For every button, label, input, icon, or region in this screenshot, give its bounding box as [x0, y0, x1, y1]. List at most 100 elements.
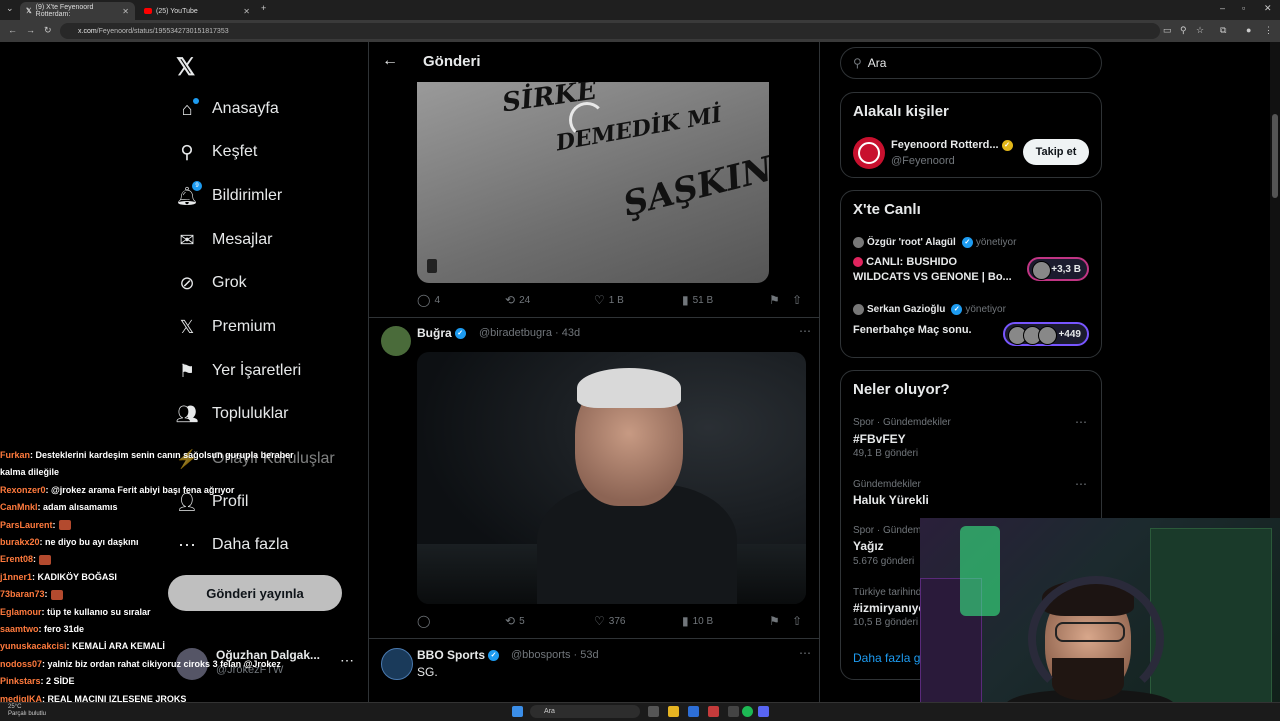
live-title[interactable]: CANLI: BUSHIDO WILDCATS VS GENONE | Bo..… — [853, 255, 1012, 285]
x-logo-icon[interactable]: 𝕏 — [176, 53, 195, 82]
nav-item-messages[interactable]: ✉ Mesajlar — [176, 227, 272, 253]
more-icon[interactable]: ⋯ — [799, 324, 811, 338]
nav-item-communities[interactable]: 👥︎ Topluluklar — [176, 401, 289, 427]
chat-message: 73baran73: — [0, 586, 340, 603]
window-close-button[interactable]: ✕ — [1264, 3, 1272, 14]
live-title-line: Fenerbahçe Maç sonu. — [853, 324, 972, 336]
reply-button[interactable]: ◯ — [417, 614, 434, 628]
more-icon[interactable]: ⋯ — [1075, 477, 1087, 491]
chat-username: nodoss07 — [0, 658, 43, 669]
scrollbar-thumb[interactable] — [1272, 114, 1278, 198]
task-view-icon[interactable] — [648, 706, 659, 717]
share-button[interactable]: ⇧ — [792, 614, 802, 628]
profile-avatar-icon[interactable]: ● — [1246, 25, 1251, 35]
more-icon[interactable]: ⋯ — [799, 646, 811, 660]
forward-button[interactable]: → — [26, 25, 35, 35]
views-button[interactable]: ▮ 10 B — [682, 614, 713, 628]
show-more-link[interactable]: Daha fazla gö — [853, 651, 927, 665]
main-header: ← Gönderi — [369, 42, 819, 82]
tweet-image-photo[interactable] — [417, 352, 806, 604]
nav-item-home[interactable]: ⌂ Anasayfa — [176, 96, 279, 122]
nav-item-explore[interactable]: ⚲ Keşfet — [176, 139, 257, 165]
live-title[interactable]: Fenerbahçe Maç sonu. — [853, 323, 972, 338]
bookmark-button[interactable]: ⚑ — [769, 293, 780, 307]
views-icon: ▮ — [682, 614, 689, 628]
live-host[interactable]: Serkan Gazioğlu ✓ yönetiyor — [853, 304, 1006, 315]
chat-username: yunuskacakcisi — [0, 641, 67, 652]
avatar[interactable] — [381, 326, 411, 356]
listener-pill[interactable]: +449 — [1003, 322, 1089, 346]
browser-menu-icon[interactable]: ⋮ — [1264, 25, 1273, 36]
search-input[interactable]: ⚲ Ara — [840, 47, 1102, 79]
nav-item-notifications[interactable]: 🔔︎ 9 Bildirimler — [176, 181, 282, 209]
follow-button[interactable]: Takip et — [1023, 139, 1089, 165]
listener-pill[interactable]: +3,3 B — [1027, 257, 1089, 281]
chat-emote-icon — [39, 555, 52, 566]
tweet-image-handwriting[interactable]: SİRKE DEMEDİK Mİ ŞAŞKIN — [417, 82, 769, 283]
zoom-icon[interactable]: ⚲ — [1180, 25, 1187, 36]
cast-icon[interactable]: ▭ — [1163, 25, 1172, 36]
verified-badge-icon: ✓ — [961, 237, 973, 248]
minimize-button[interactable]: – — [1220, 3, 1225, 13]
retweet-button[interactable]: ⟲ 5 — [505, 614, 525, 628]
listener-count: +449 — [1058, 328, 1081, 340]
feyenoord-logo-icon[interactable] — [853, 137, 885, 169]
tab-youtube[interactable]: (25) YouTube ✕ — [138, 2, 256, 20]
nav-item-grok[interactable]: ⊘ Grok — [176, 270, 246, 296]
weather-widget[interactable]: 25°C Parçalı bulutlu — [8, 704, 46, 718]
avatar[interactable] — [381, 648, 413, 680]
back-button[interactable]: ← — [8, 25, 17, 35]
trend-name[interactable]: Yağız — [853, 539, 884, 553]
windows-start-icon[interactable] — [512, 706, 523, 717]
view-count: 10 B — [692, 615, 714, 627]
tweet-author-name[interactable]: Buğra ✓ — [417, 326, 466, 340]
home-icon: ⌂ — [176, 98, 199, 120]
tab-label: (9) X'te Feyenoord Rotterdam: — [35, 4, 94, 18]
app-icon[interactable] — [728, 706, 739, 717]
trend-name[interactable]: #izmiryanıyo — [853, 601, 926, 615]
url-input[interactable]: x.com/Feyenoord/status/19553427301518173… — [60, 23, 1160, 39]
extensions-icon[interactable]: ⧉ — [1220, 25, 1226, 36]
trend-name[interactable]: #FBvFEY — [853, 432, 906, 446]
more-icon[interactable]: ⋯ — [340, 652, 354, 669]
tweet-time[interactable]: 43d — [562, 327, 580, 339]
tab-menu-icon[interactable]: ⌄ — [6, 3, 14, 14]
grok-icon: ⊘ — [179, 272, 195, 293]
app-icon[interactable] — [708, 706, 719, 717]
nav-label: Premium — [212, 318, 277, 335]
new-tab-button[interactable]: + — [261, 3, 266, 13]
trend-name[interactable]: Haluk Yürekli — [853, 493, 929, 507]
chrome-icon[interactable] — [688, 706, 699, 717]
like-button[interactable]: ♡ 376 — [594, 614, 625, 628]
more-icon[interactable]: ⋯ — [1075, 415, 1087, 429]
reload-button[interactable]: ↻ — [44, 25, 52, 36]
retweet-button[interactable]: ⟲ 24 — [505, 293, 530, 307]
discord-icon[interactable] — [758, 706, 769, 717]
media-badge-icon — [427, 259, 437, 273]
star-icon[interactable]: ☆ — [1196, 25, 1204, 36]
nav-item-bookmarks[interactable]: ⚑ Yer İşaretleri — [176, 358, 301, 384]
reply-button[interactable]: ◯ 4 — [417, 293, 440, 307]
tweet-author-name[interactable]: BBO Sports ✓ — [417, 648, 500, 662]
share-button[interactable]: ⇧ — [792, 293, 802, 307]
bookmark-button[interactable]: ⚑ — [769, 614, 780, 628]
close-icon[interactable]: ✕ — [243, 7, 250, 16]
tweet-meta: @biradetbugra · 43d — [479, 327, 581, 339]
like-button[interactable]: ♡ 1 B — [594, 293, 624, 307]
maximize-button[interactable]: ▫ — [1242, 3, 1245, 13]
trend-category: Gündemdekiler — [853, 479, 921, 490]
reply-icon: ◯ — [417, 293, 431, 307]
file-explorer-icon[interactable] — [668, 706, 679, 717]
spotify-icon[interactable] — [742, 706, 753, 717]
tweet-time[interactable]: 53d — [580, 649, 598, 661]
related-name[interactable]: Feyenoord Rotterd... ✓ — [891, 139, 1013, 151]
back-arrow-icon[interactable]: ← — [382, 52, 398, 70]
taskbar-search[interactable]: Ara — [530, 705, 640, 718]
notification-badge: 9 — [192, 181, 202, 191]
tab-x-feyenoord[interactable]: 𝕏 (9) X'te Feyenoord Rotterdam: ✕ — [20, 2, 135, 20]
nav-label: Anasayfa — [212, 100, 279, 117]
views-button[interactable]: ▮ 51 B — [682, 293, 713, 307]
nav-item-premium[interactable]: 𝕏 Premium — [176, 314, 276, 340]
close-icon[interactable]: ✕ — [122, 7, 129, 16]
live-host[interactable]: Özgür 'root' Alagül ✓ yönetiyor — [853, 237, 1016, 248]
